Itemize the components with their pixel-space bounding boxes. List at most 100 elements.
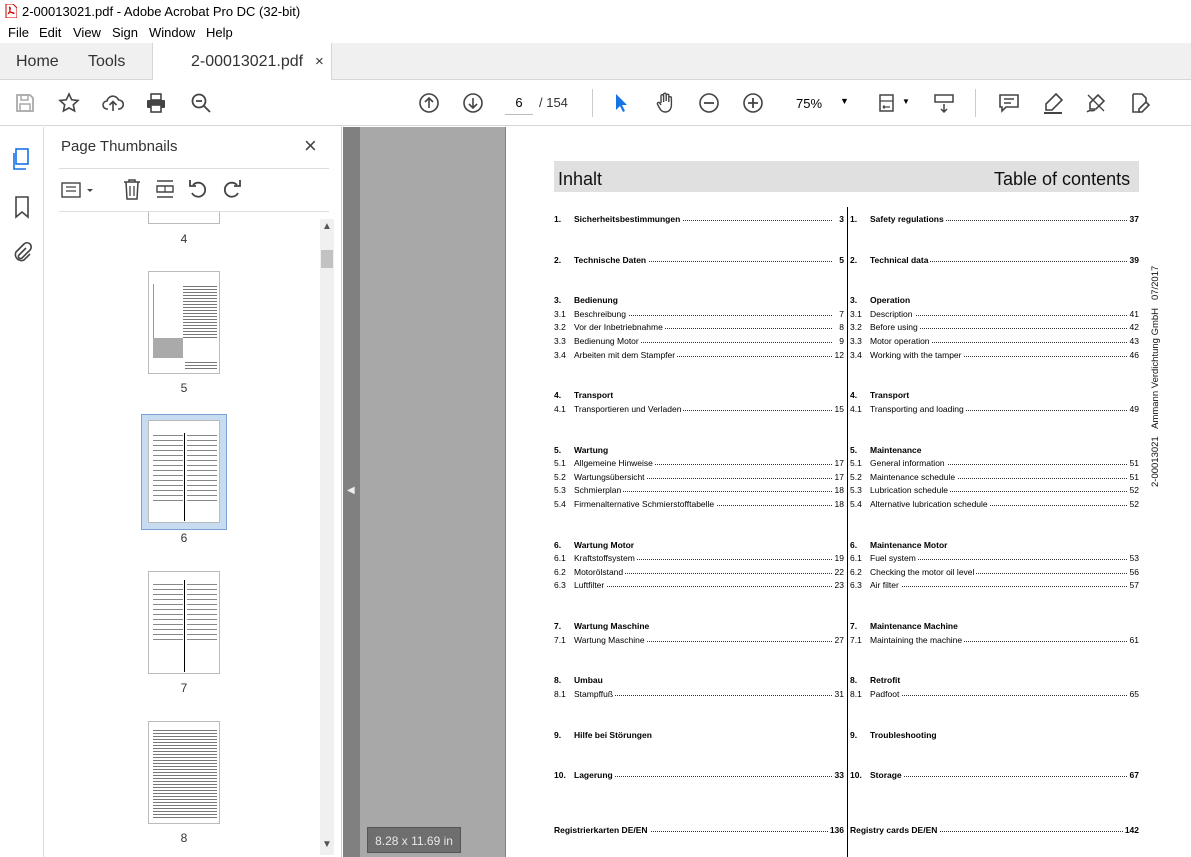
menu-file[interactable]: File xyxy=(8,25,29,40)
toc-entry[interactable]: 1. 37 Safety regulations xyxy=(850,214,1139,225)
highlight-pen-icon[interactable] xyxy=(1041,91,1065,115)
scrollbar-thumb[interactable] xyxy=(321,250,333,268)
toc-entry[interactable]: 4.1 15 Transportieren und Verladen xyxy=(554,404,844,415)
attachment-icon[interactable] xyxy=(11,240,33,264)
toc-entry[interactable]: 5.4 18 Firmenalternative Schmierstofftabel… xyxy=(554,499,844,510)
toc-entry[interactable]: 3. Operation xyxy=(850,295,1139,306)
toc-entry[interactable]: 5. Maintenance xyxy=(850,445,1139,456)
zoom-out-icon[interactable] xyxy=(697,91,721,115)
toc-entry[interactable]: 6.3 23 Luftfilter xyxy=(554,580,844,591)
toc-entry[interactable]: 6. Maintenance Motor xyxy=(850,540,1139,551)
menu-view[interactable]: View xyxy=(73,25,101,40)
thumbnail-options-icon[interactable] xyxy=(61,179,97,201)
toc-entry[interactable]: 7. Maintenance Machine xyxy=(850,621,1139,632)
toc-entry[interactable]: 3.3 43 Motor operation xyxy=(850,336,1139,347)
insert-page-icon[interactable] xyxy=(154,177,176,201)
bookmark-icon[interactable] xyxy=(12,195,32,219)
toc-entry[interactable]: 7.1 61 Maintaining the machine xyxy=(850,635,1139,646)
thumbnail-page-8[interactable] xyxy=(148,721,220,824)
thumbnail-scrollbar[interactable]: ▲ ▼ xyxy=(320,219,334,855)
thumbnail-page-4[interactable] xyxy=(148,212,220,224)
toc-entry[interactable]: 8.1 31 Stampffuß xyxy=(554,689,844,700)
thumbnail-page-5[interactable] xyxy=(148,271,220,374)
toc-entry[interactable]: 6. Wartung Motor xyxy=(554,540,844,551)
toc-entry[interactable]: 4. Transport xyxy=(554,390,844,401)
tab-home[interactable]: Home xyxy=(16,43,59,80)
next-page-icon[interactable] xyxy=(461,91,485,115)
toc-entry[interactable]: 5.3 18 Schmierplan xyxy=(554,485,844,496)
tab-tools[interactable]: Tools xyxy=(88,43,125,80)
toc-entry[interactable]: 2. 5 Technische Daten xyxy=(554,255,844,266)
close-tab-icon[interactable]: × xyxy=(315,43,324,80)
toc-entry[interactable]: 8. Retrofit xyxy=(850,675,1139,686)
select-arrow-icon[interactable] xyxy=(609,91,633,115)
print-icon[interactable] xyxy=(144,91,168,115)
toc-entry[interactable]: 10. 67 Storage xyxy=(850,770,1139,781)
zoom-dropdown[interactable]: 75% ▼ xyxy=(785,90,857,116)
toc-entry[interactable]: 2. 39 Technical data xyxy=(850,255,1139,266)
tab-document[interactable]: 2-00013021.pdf × xyxy=(152,43,332,80)
scroll-mode-icon[interactable] xyxy=(932,91,956,115)
toc-entry[interactable]: 3.1 41 Description xyxy=(850,309,1139,320)
toc-entry[interactable]: 7.1 27 Wartung Maschine xyxy=(554,635,844,646)
save-icon[interactable] xyxy=(13,91,37,115)
toc-entry[interactable]: 3.4 12 Arbeiten mit dem Stampfer xyxy=(554,350,844,361)
delete-page-icon[interactable] xyxy=(121,177,143,201)
edit-document-icon[interactable] xyxy=(1128,91,1152,115)
thumbnail-page-7[interactable] xyxy=(148,571,220,674)
toc-entry[interactable]: 3.2 42 Before using xyxy=(850,322,1139,333)
toc-entry[interactable]: 10. 33 Lagerung xyxy=(554,770,844,781)
toc-entry[interactable]: 136 Registrierkarten DE/EN xyxy=(554,825,844,836)
toc-entry[interactable]: 6.1 53 Fuel system xyxy=(850,553,1139,564)
toc-entry[interactable]: 9. Hilfe bei Störungen xyxy=(554,730,844,741)
toc-entry[interactable]: 3.3 9 Bedienung Motor xyxy=(554,336,844,347)
hand-tool-icon[interactable] xyxy=(653,91,677,115)
toc-entry[interactable]: 5.3 52 Lubrication schedule xyxy=(850,485,1139,496)
menu-edit[interactable]: Edit xyxy=(39,25,61,40)
draw-sign-icon[interactable] xyxy=(1084,91,1108,115)
toc-entry[interactable]: 5.1 51 General information xyxy=(850,458,1139,469)
toc-entry[interactable]: 5.2 51 Maintenance schedule xyxy=(850,472,1139,483)
menu-window[interactable]: Window xyxy=(149,25,195,40)
toc-entry[interactable]: 4. Transport xyxy=(850,390,1139,401)
toc-entry[interactable]: 6.2 22 Motorölstand xyxy=(554,567,844,578)
page-fit-icon[interactable] xyxy=(877,91,901,115)
toc-entry[interactable]: 9. Troubleshooting xyxy=(850,730,1139,741)
toc-entry[interactable]: 3.4 46 Working with the tamper xyxy=(850,350,1139,361)
menu-help[interactable]: Help xyxy=(206,25,233,40)
menu-sign[interactable]: Sign xyxy=(112,25,138,40)
toc-entry[interactable]: 6.3 57 Air filter xyxy=(850,580,1139,591)
toc-entry[interactable]: 3.2 8 Vor der Inbetriebnahme xyxy=(554,322,844,333)
upload-cloud-icon[interactable] xyxy=(101,91,125,115)
previous-page-icon[interactable] xyxy=(417,91,441,115)
zoom-in-icon[interactable] xyxy=(741,91,765,115)
toc-entry[interactable]: 5.2 17 Wartungsübersicht xyxy=(554,472,844,483)
toc-entry[interactable]: 5. Wartung xyxy=(554,445,844,456)
toc-entry[interactable]: 3.1 7 Beschreibung xyxy=(554,309,844,320)
collapse-panel-icon[interactable]: ◀ xyxy=(347,485,355,496)
toc-entry[interactable]: 5.4 52 Alternative lubrication schedule xyxy=(850,499,1139,510)
toc-entry[interactable]: 8. Umbau xyxy=(554,675,844,686)
star-icon[interactable] xyxy=(57,91,81,115)
rotate-right-icon[interactable] xyxy=(221,177,243,201)
toc-entry[interactable]: 3. Bedienung xyxy=(554,295,844,306)
comment-icon[interactable] xyxy=(997,91,1021,115)
toc-entry[interactable]: 6.1 19 Kraftstoffsystem xyxy=(554,553,844,564)
scroll-down-icon[interactable]: ▼ xyxy=(322,839,332,850)
toc-entry[interactable]: 7. Wartung Maschine xyxy=(554,621,844,632)
rotate-left-icon[interactable] xyxy=(187,177,209,201)
toc-entry[interactable]: 6.2 56 Checking the motor oil level xyxy=(850,567,1139,578)
toc-entry[interactable]: 5.1 17 Allgemeine Hinweise xyxy=(554,458,844,469)
document-viewer[interactable]: ◀ 8.28 x 11.69 in Inhalt Table of conten… xyxy=(343,127,1191,857)
toc-entry[interactable]: 8.1 65 Padfoot xyxy=(850,689,1139,700)
toc-entry[interactable]: 4.1 49 Transporting and loading xyxy=(850,404,1139,415)
toc-entry[interactable]: 1. 3 Sicherheitsbestimmungen xyxy=(554,214,844,225)
page-number-input[interactable] xyxy=(505,91,533,115)
zoom-search-icon[interactable] xyxy=(189,91,213,115)
scroll-up-icon[interactable]: ▲ xyxy=(322,221,332,232)
fit-dropdown-chevron-icon[interactable]: ▼ xyxy=(902,97,910,106)
close-panel-icon[interactable]: × xyxy=(304,133,317,159)
page-thumbnails-icon[interactable] xyxy=(11,147,33,171)
toc-entry[interactable]: 142 Registry cards DE/EN xyxy=(850,825,1139,836)
thumbnail-page-6[interactable] xyxy=(148,420,220,523)
